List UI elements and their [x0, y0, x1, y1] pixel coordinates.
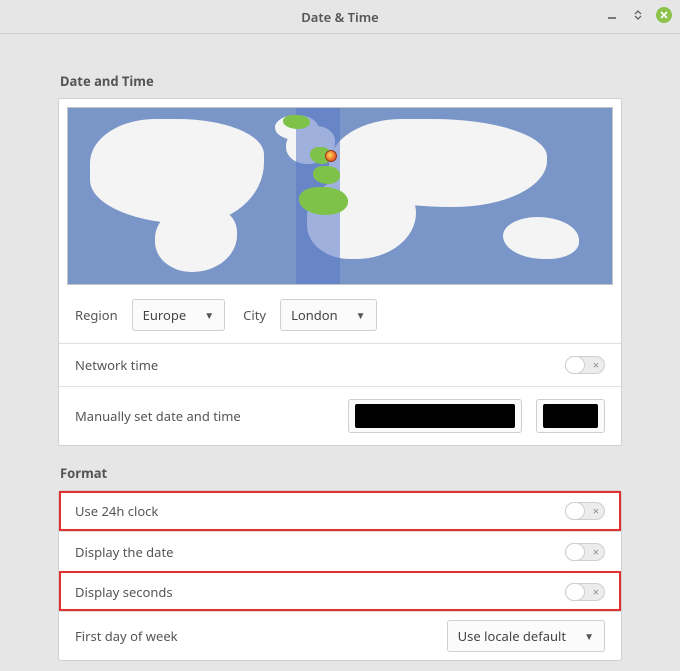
network-time-toggle[interactable]: × [565, 356, 605, 374]
caret-down-icon: ▼ [356, 308, 366, 322]
toggle-off-icon: × [593, 545, 599, 560]
maximize-button[interactable] [630, 7, 646, 23]
caret-down-icon: ▼ [584, 629, 594, 643]
timezone-map[interactable] [67, 107, 613, 285]
city-label: City [243, 306, 266, 324]
datetime-panel: Region Europe ▼ City London ▼ Network ti… [58, 98, 622, 446]
location-pin-icon [325, 150, 337, 162]
date-field[interactable] [348, 399, 522, 433]
city-dropdown[interactable]: London ▼ [280, 299, 377, 331]
window-title: Date & Time [301, 8, 379, 26]
display-date-label: Display the date [75, 543, 173, 561]
use-24h-row: Use 24h clock × [59, 491, 621, 531]
use-24h-toggle[interactable]: × [565, 502, 605, 520]
content-area: Date and Time Re [0, 34, 680, 671]
city-value: London [291, 306, 338, 324]
use-24h-label: Use 24h clock [75, 502, 158, 520]
map-container [59, 99, 621, 285]
format-panel: Use 24h clock × Display the date × Displ… [58, 490, 622, 661]
manual-datetime-label: Manually set date and time [75, 407, 241, 425]
display-seconds-toggle[interactable]: × [565, 583, 605, 601]
display-seconds-label: Display seconds [75, 583, 173, 601]
display-date-toggle[interactable]: × [565, 543, 605, 561]
first-day-label: First day of week [75, 627, 178, 645]
network-time-row: Network time × [59, 343, 621, 386]
minimize-button[interactable] [604, 7, 620, 23]
first-day-dropdown[interactable]: Use locale default ▼ [447, 620, 605, 652]
manual-datetime-row: Manually set date and time [59, 386, 621, 445]
caret-down-icon: ▼ [204, 308, 214, 322]
first-day-value: Use locale default [458, 627, 566, 645]
time-field[interactable] [536, 399, 605, 433]
region-value: Europe [143, 306, 187, 324]
format-section-title: Format [60, 464, 622, 482]
toggle-off-icon: × [593, 585, 599, 600]
region-city-row: Region Europe ▼ City London ▼ [59, 285, 621, 343]
region-dropdown[interactable]: Europe ▼ [132, 299, 225, 331]
window-controls [604, 7, 672, 23]
toggle-off-icon: × [593, 504, 599, 519]
datetime-section-title: Date and Time [60, 72, 622, 90]
region-label: Region [75, 306, 118, 324]
titlebar: Date & Time [0, 0, 680, 34]
display-seconds-row: Display seconds × [59, 571, 621, 611]
first-day-row: First day of week Use locale default ▼ [59, 611, 621, 660]
close-button[interactable] [656, 7, 672, 23]
display-date-row: Display the date × [59, 531, 621, 571]
network-time-label: Network time [75, 356, 158, 374]
toggle-off-icon: × [593, 358, 599, 373]
